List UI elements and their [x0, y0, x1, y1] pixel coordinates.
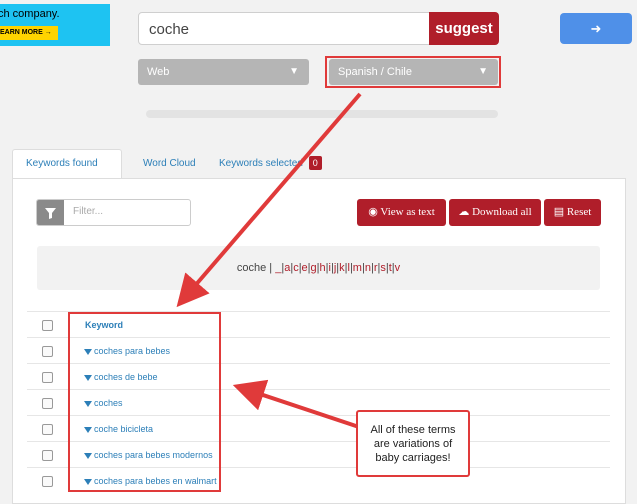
annotation-arrows: [176, 92, 369, 432]
callout-line: baby carriages!: [375, 452, 451, 464]
annotation-arrow-to-list: [176, 92, 362, 308]
callout-line: All of these terms: [370, 424, 456, 436]
annotation-arrow-to-keywords: [232, 379, 369, 432]
callout-line: are variations of: [373, 438, 453, 450]
annotation-callout: All of these terms are variations of bab…: [356, 410, 470, 477]
